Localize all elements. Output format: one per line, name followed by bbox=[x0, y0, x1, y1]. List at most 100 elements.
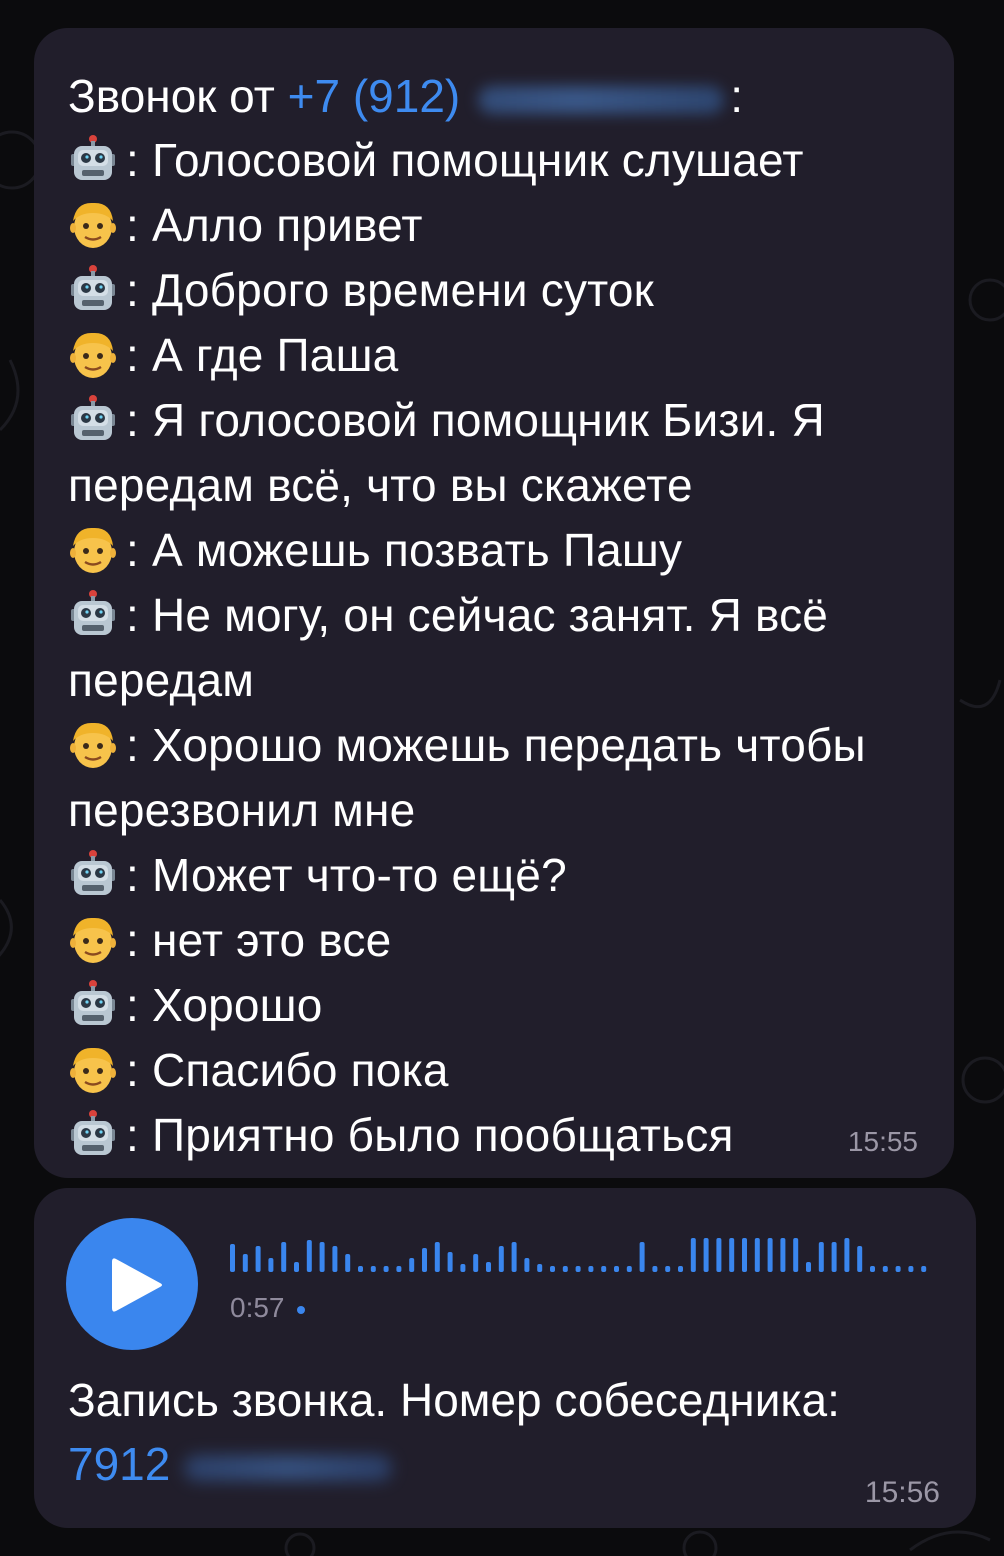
transcript-line-person: : Хорошо можешь передать чтобы перезвони… bbox=[68, 713, 928, 843]
waveform-bar bbox=[550, 1266, 555, 1272]
waveform-bar bbox=[486, 1262, 491, 1272]
transcript-line-robot: : Приятно было пообщаться bbox=[68, 1103, 928, 1168]
transcript-line-robot: : Голосовой помощник слушает bbox=[68, 128, 928, 193]
unplayed-dot-icon bbox=[296, 1305, 305, 1314]
waveform-bar bbox=[422, 1248, 427, 1272]
waveform-bar bbox=[588, 1266, 594, 1272]
waveform-bar bbox=[818, 1242, 824, 1272]
call-header-prefix: Звонок от bbox=[68, 70, 275, 122]
transcript-line-text: : Хорошо можешь передать чтобы перезвони… bbox=[68, 719, 866, 836]
audio-duration-text: 0:57 bbox=[230, 1292, 285, 1323]
man-face-icon bbox=[70, 202, 116, 248]
audio-duration: 0:57 bbox=[230, 1292, 305, 1324]
waveform-bar bbox=[690, 1238, 696, 1272]
transcript-line-robot: : Доброго времени суток bbox=[68, 258, 928, 323]
redacted-phone-digits bbox=[478, 85, 725, 114]
transcript-line-text: : Может что-то ещё? bbox=[126, 849, 567, 901]
waveform-bar bbox=[575, 1266, 581, 1272]
recording-caption: Запись звонка. Номер собеседника: 7912 bbox=[68, 1368, 948, 1496]
waveform-bar bbox=[652, 1266, 658, 1272]
waveform-bar bbox=[319, 1242, 325, 1272]
waveform-bar bbox=[230, 1244, 235, 1272]
transcript-line-text: : Спасибо пока bbox=[126, 1044, 449, 1096]
transcript-line-text: : Доброго времени суток bbox=[126, 264, 655, 316]
waveform-bar bbox=[742, 1238, 747, 1272]
waveform-bar bbox=[665, 1266, 671, 1272]
waveform-bar bbox=[831, 1242, 837, 1272]
man-face-icon bbox=[70, 527, 116, 573]
waveform-bar bbox=[383, 1266, 389, 1272]
robot-face-icon bbox=[71, 590, 115, 635]
transcript-line-text: : Не могу, он сейчас занят. Я всё переда… bbox=[68, 589, 829, 706]
waveform-bar bbox=[358, 1266, 363, 1272]
caller-phone-link[interactable]: +7 (912) bbox=[288, 70, 461, 122]
waveform-bar bbox=[498, 1246, 504, 1272]
waveform-bar bbox=[754, 1238, 760, 1272]
transcript-line-robot: : Не могу, он сейчас занят. Я всё переда… bbox=[68, 583, 928, 713]
redacted-number-digits bbox=[184, 1454, 393, 1481]
robot-face-icon bbox=[71, 395, 115, 440]
waveform-bar bbox=[447, 1252, 453, 1272]
waveform-bar bbox=[639, 1242, 645, 1272]
man-face-icon bbox=[70, 917, 116, 963]
waveform-bar bbox=[703, 1238, 709, 1272]
message-timestamp: 15:55 bbox=[847, 1126, 918, 1157]
transcript-line-text: : А можешь позвать Пашу bbox=[126, 524, 683, 576]
man-face-icon bbox=[70, 722, 116, 768]
recording-timestamp: 15:56 bbox=[864, 1476, 940, 1509]
robot-face-icon bbox=[71, 1110, 115, 1155]
waveform-bar bbox=[396, 1266, 402, 1272]
waveform-bar bbox=[806, 1262, 811, 1272]
transcript-line-person: : Алло привет bbox=[68, 193, 928, 258]
waveform-bar bbox=[524, 1258, 530, 1272]
waveform-bar bbox=[716, 1238, 722, 1272]
man-face-icon bbox=[70, 332, 116, 378]
waveform-bar bbox=[294, 1262, 299, 1272]
waveform-bar bbox=[729, 1238, 735, 1272]
waveform-bar bbox=[370, 1266, 376, 1272]
waveform-bar bbox=[434, 1242, 440, 1272]
call-header: Звонок от +7 (912): bbox=[68, 64, 918, 128]
recording-caption-text: Запись звонка. Номер собеседника: bbox=[68, 1374, 840, 1426]
call-recording-message[interactable]: 0:57 Запись звонка. Номер собеседника: 7… bbox=[34, 1188, 976, 1528]
waveform-bar bbox=[537, 1264, 543, 1272]
robot-face-icon bbox=[71, 135, 115, 180]
transcript-line-text: : А где Паша bbox=[126, 329, 399, 381]
man-face-icon bbox=[70, 1047, 116, 1093]
robot-face-icon bbox=[71, 980, 115, 1025]
waveform-bar bbox=[678, 1266, 683, 1272]
waveform-bar bbox=[844, 1238, 850, 1272]
transcript-line-text: : Хорошо bbox=[126, 979, 323, 1031]
robot-face-icon bbox=[71, 850, 115, 895]
waveform-bar bbox=[870, 1266, 875, 1272]
transcript-line-person: : А можешь позвать Пашу bbox=[68, 518, 928, 583]
transcript-line-text: : нет это все bbox=[126, 914, 392, 966]
audio-waveform[interactable] bbox=[230, 1234, 950, 1274]
waveform-bar bbox=[780, 1238, 786, 1272]
waveform-bar bbox=[793, 1238, 799, 1272]
transcript-line-robot: : Хорошо bbox=[68, 973, 928, 1038]
waveform-bar bbox=[614, 1266, 619, 1272]
waveform-bar bbox=[895, 1266, 901, 1272]
transcript-lines: : Голосовой помощник слушает : Алло прив… bbox=[68, 128, 918, 1168]
waveform-bar bbox=[460, 1264, 466, 1272]
transcript-line-text: : Приятно было пообщаться bbox=[126, 1109, 734, 1161]
waveform-bar bbox=[767, 1238, 773, 1272]
waveform-bar bbox=[255, 1246, 261, 1272]
transcript-line-person: : нет это все bbox=[68, 908, 928, 973]
interlocutor-number-link[interactable]: 7912 bbox=[68, 1438, 170, 1490]
transcript-line-text: : Алло привет bbox=[126, 199, 423, 251]
waveform-bar bbox=[882, 1266, 888, 1272]
waveform-bar bbox=[242, 1254, 248, 1272]
transcript-line-person: : Спасибо пока bbox=[68, 1038, 928, 1103]
call-transcript-message[interactable]: Звонок от +7 (912): : Голосовой помощник… bbox=[34, 28, 954, 1178]
waveform-bar bbox=[268, 1258, 274, 1272]
waveform-bar bbox=[921, 1266, 927, 1272]
play-button[interactable] bbox=[66, 1218, 198, 1350]
waveform-bar bbox=[626, 1266, 632, 1272]
transcript-line-person: : А где Паша bbox=[68, 323, 928, 388]
transcript-line-text: : Голосовой помощник слушает bbox=[126, 134, 804, 186]
transcript-line-robot: : Может что-то ещё? bbox=[68, 843, 928, 908]
waveform-bar bbox=[562, 1266, 568, 1272]
transcript-line-robot: : Я голосовой помощник Бизи. Я передам в… bbox=[68, 388, 928, 518]
